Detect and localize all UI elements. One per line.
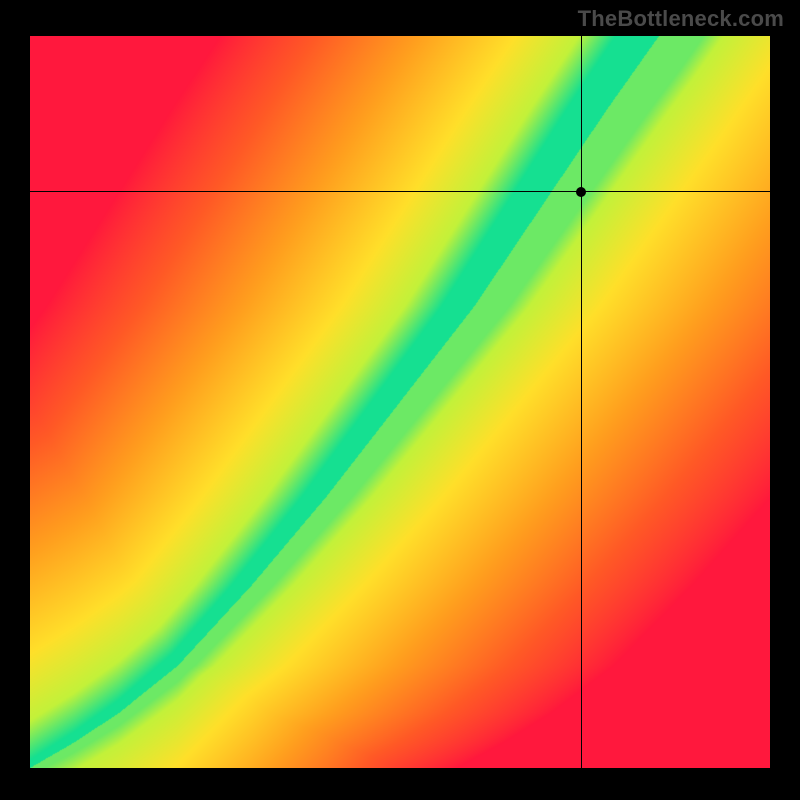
crosshair-horizontal [30,191,770,192]
crosshair-marker [576,187,586,197]
chart-frame: TheBottleneck.com [0,0,800,800]
heatmap-plot [30,36,770,768]
crosshair-vertical [581,36,582,768]
heatmap-canvas [30,36,770,768]
watermark-text: TheBottleneck.com [578,6,784,32]
